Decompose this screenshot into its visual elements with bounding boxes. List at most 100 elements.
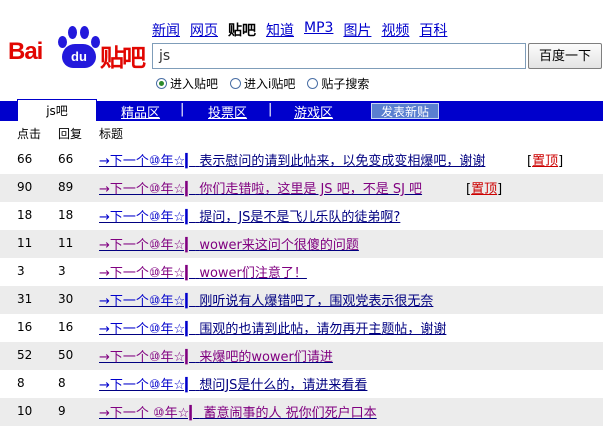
post-title-link[interactable]: →下一个⑩年☆▎ wower来这问个很傻的问题 bbox=[99, 234, 359, 253]
post-replies: 30 bbox=[58, 292, 74, 306]
new-post-button[interactable]: 发表新贴 bbox=[371, 103, 439, 119]
radio-unchecked-icon bbox=[307, 78, 319, 89]
post-row: 8 8 →下一个⑩年☆▎ 想问JS是什么的，请进来看看 bbox=[0, 370, 603, 398]
post-clicks: 90 bbox=[17, 180, 33, 194]
col-title: 标题 bbox=[99, 127, 124, 141]
radio-enter-tieba[interactable]: 进入贴吧 bbox=[156, 75, 218, 92]
post-prefix: →下一个⑩年☆▎ bbox=[99, 378, 196, 393]
search-button[interactable]: 百度一下 bbox=[528, 43, 602, 69]
radio-unchecked-icon bbox=[230, 78, 242, 89]
post-title-link[interactable]: →下一个⑩年☆▎ 想问JS是什么的，请进来看看 bbox=[99, 374, 367, 393]
pinned-link[interactable]: 置顶 bbox=[471, 182, 497, 197]
post-replies: 11 bbox=[58, 236, 74, 250]
col-clicks: 点击 bbox=[17, 127, 42, 141]
post-row: 66 66 →下一个⑩年☆▎ 表示慰问的请到此帖来，以免变成变相爆吧，谢谢 [置顶] bbox=[0, 146, 603, 174]
radio-label: 贴子搜索 bbox=[321, 77, 370, 91]
post-title-text: 来爆吧的wower们请进 bbox=[199, 350, 333, 365]
post-replies: 66 bbox=[58, 152, 74, 166]
nav-tieba: 贴吧 bbox=[228, 23, 256, 39]
post-title-link[interactable]: →下一个⑩年☆▎ 刚听说有人爆错吧了，围观党表示很无奈 bbox=[99, 290, 433, 309]
post-title-link[interactable]: →下一个⑩年☆▎ 围观的也请到此帖，请勿再开主题帖，谢谢 bbox=[99, 318, 446, 337]
post-title-link[interactable]: →下一个⑩年☆▎ 你们走错啦，这里是 JS 吧，不是 SJ 吧 bbox=[99, 178, 422, 197]
top-nav: 新闻 网页 贴吧 知道 MP3 图片 视频 百科 bbox=[152, 20, 447, 40]
post-title-text: wower来这问个很傻的问题 bbox=[199, 238, 359, 253]
post-row: 18 18 →下一个⑩年☆▎ 提问，JS是不是飞儿乐队的徒弟啊? bbox=[0, 202, 603, 230]
post-title-link[interactable]: →下一个⑩年☆▎ 表示慰问的请到此帖来，以免变成变相爆吧，谢谢 bbox=[99, 150, 485, 169]
post-clicks: 16 bbox=[17, 320, 33, 334]
post-title-link[interactable]: →下一个⑩年☆▎ wower们注意了！ bbox=[99, 262, 307, 281]
radio-post-search[interactable]: 贴子搜索 bbox=[307, 75, 369, 92]
post-prefix: →下一个⑩年☆▎ bbox=[99, 266, 196, 281]
radio-enter-itieba[interactable]: 进入i贴吧 bbox=[230, 75, 295, 92]
post-clicks: 8 bbox=[17, 376, 25, 390]
post-replies: 3 bbox=[58, 264, 66, 278]
post-title-text: 表示慰问的请到此帖来，以免变成变相爆吧，谢谢 bbox=[199, 154, 486, 169]
post-row: 52 50 →下一个⑩年☆▎ 来爆吧的wower们请进 bbox=[0, 342, 603, 370]
post-prefix: →下一个⑩年☆▎ bbox=[99, 182, 196, 197]
logo-bai-text: Bai bbox=[8, 38, 43, 65]
post-clicks: 31 bbox=[17, 292, 33, 306]
post-prefix: →下一个⑩年☆▎ bbox=[99, 294, 196, 309]
logo-du-text: du bbox=[62, 44, 96, 68]
post-title-text: 蓄意闹事的人 祝你们死户口本 bbox=[203, 406, 377, 421]
post-clicks: 52 bbox=[17, 348, 33, 362]
post-prefix: →下一个⑩年☆▎ bbox=[99, 238, 196, 253]
nav-zhidao[interactable]: 知道 bbox=[266, 20, 294, 40]
post-row: 16 16 →下一个⑩年☆▎ 围观的也请到此帖，请勿再开主题帖，谢谢 bbox=[0, 314, 603, 342]
radio-checked-icon bbox=[156, 78, 167, 89]
post-list: 66 66 →下一个⑩年☆▎ 表示慰问的请到此帖来，以免变成变相爆吧，谢谢 [置顶] 9… bbox=[0, 146, 603, 426]
nav-video[interactable]: 视频 bbox=[381, 20, 409, 40]
post-replies: 8 bbox=[58, 376, 66, 390]
post-row: 90 89 →下一个⑩年☆▎ 你们走错啦，这里是 JS 吧，不是 SJ 吧 [置顶] bbox=[0, 174, 603, 202]
post-prefix: →下一个⑩年☆▎ bbox=[99, 154, 196, 169]
paw-icon: du bbox=[56, 26, 102, 70]
nav-news[interactable]: 新闻 bbox=[152, 20, 180, 40]
tab-js-bar[interactable]: js吧 bbox=[17, 99, 97, 121]
post-title-link[interactable]: →下一个⑩年☆▎ 来爆吧的wower们请进 bbox=[99, 346, 333, 365]
post-prefix: →下一个 ⑩年☆▎ bbox=[99, 406, 200, 421]
baidu-tieba-logo[interactable]: Bai du 贴吧 bbox=[8, 24, 148, 72]
post-clicks: 3 bbox=[17, 264, 25, 278]
post-title-text: 想问JS是什么的，请进来看看 bbox=[199, 378, 368, 393]
tab-vote[interactable]: 投票区 bbox=[208, 102, 247, 121]
post-clicks: 10 bbox=[17, 404, 33, 418]
logo-tieba-text: 贴吧 bbox=[100, 44, 146, 72]
col-replies: 回复 bbox=[58, 127, 83, 141]
search-mode-radios: 进入贴吧 进入i贴吧 贴子搜索 bbox=[156, 75, 369, 92]
post-replies: 50 bbox=[58, 348, 74, 362]
nav-baike[interactable]: 百科 bbox=[419, 20, 447, 40]
post-replies: 9 bbox=[58, 404, 66, 418]
pinned-link[interactable]: 置顶 bbox=[532, 154, 558, 169]
post-title-link[interactable]: →下一个⑩年☆▎ 提问，JS是不是飞儿乐队的徒弟啊? bbox=[99, 206, 400, 225]
post-replies: 16 bbox=[58, 320, 74, 334]
tab-featured[interactable]: 精品区 bbox=[121, 102, 160, 121]
nav-images[interactable]: 图片 bbox=[343, 20, 371, 40]
post-prefix: →下一个⑩年☆▎ bbox=[99, 350, 196, 365]
post-clicks: 18 bbox=[17, 208, 33, 222]
tab-separator: | bbox=[180, 102, 185, 117]
post-row: 31 30 →下一个⑩年☆▎ 刚听说有人爆错吧了，围观党表示很无奈 bbox=[0, 286, 603, 314]
post-clicks: 11 bbox=[17, 236, 33, 250]
pinned-badge: [置顶] bbox=[466, 182, 503, 197]
radio-label: 进入贴吧 bbox=[170, 77, 219, 91]
post-title-text: 提问，JS是不是飞儿乐队的徒弟啊? bbox=[199, 210, 401, 225]
post-replies: 18 bbox=[58, 208, 74, 222]
post-prefix: →下一个⑩年☆▎ bbox=[99, 210, 196, 225]
pinned-badge: [置顶] bbox=[527, 154, 564, 169]
search-input[interactable]: js bbox=[152, 43, 526, 69]
post-row: 11 11 →下一个⑩年☆▎ wower来这问个很傻的问题 bbox=[0, 230, 603, 258]
nav-web[interactable]: 网页 bbox=[190, 20, 218, 40]
post-title-text: wower们注意了！ bbox=[199, 266, 307, 281]
column-headers: 点击 回复 标题 bbox=[0, 122, 603, 142]
tab-separator: | bbox=[268, 102, 273, 117]
post-title-text: 你们走错啦，这里是 JS 吧，不是 SJ 吧 bbox=[199, 182, 423, 197]
post-replies: 89 bbox=[58, 180, 74, 194]
tab-games[interactable]: 游戏区 bbox=[294, 102, 333, 121]
post-row: 3 3 →下一个⑩年☆▎ wower们注意了！ bbox=[0, 258, 603, 286]
post-title-text: 围观的也请到此帖，请勿再开主题帖，谢谢 bbox=[199, 322, 447, 337]
nav-mp3[interactable]: MP3 bbox=[304, 20, 333, 40]
post-title-link[interactable]: →下一个 ⑩年☆▎ 蓄意闹事的人 祝你们死户口本 bbox=[99, 402, 377, 421]
post-clicks: 66 bbox=[17, 152, 33, 166]
post-title-text: 刚听说有人爆错吧了，围观党表示很无奈 bbox=[199, 294, 434, 309]
post-prefix: →下一个⑩年☆▎ bbox=[99, 322, 196, 337]
